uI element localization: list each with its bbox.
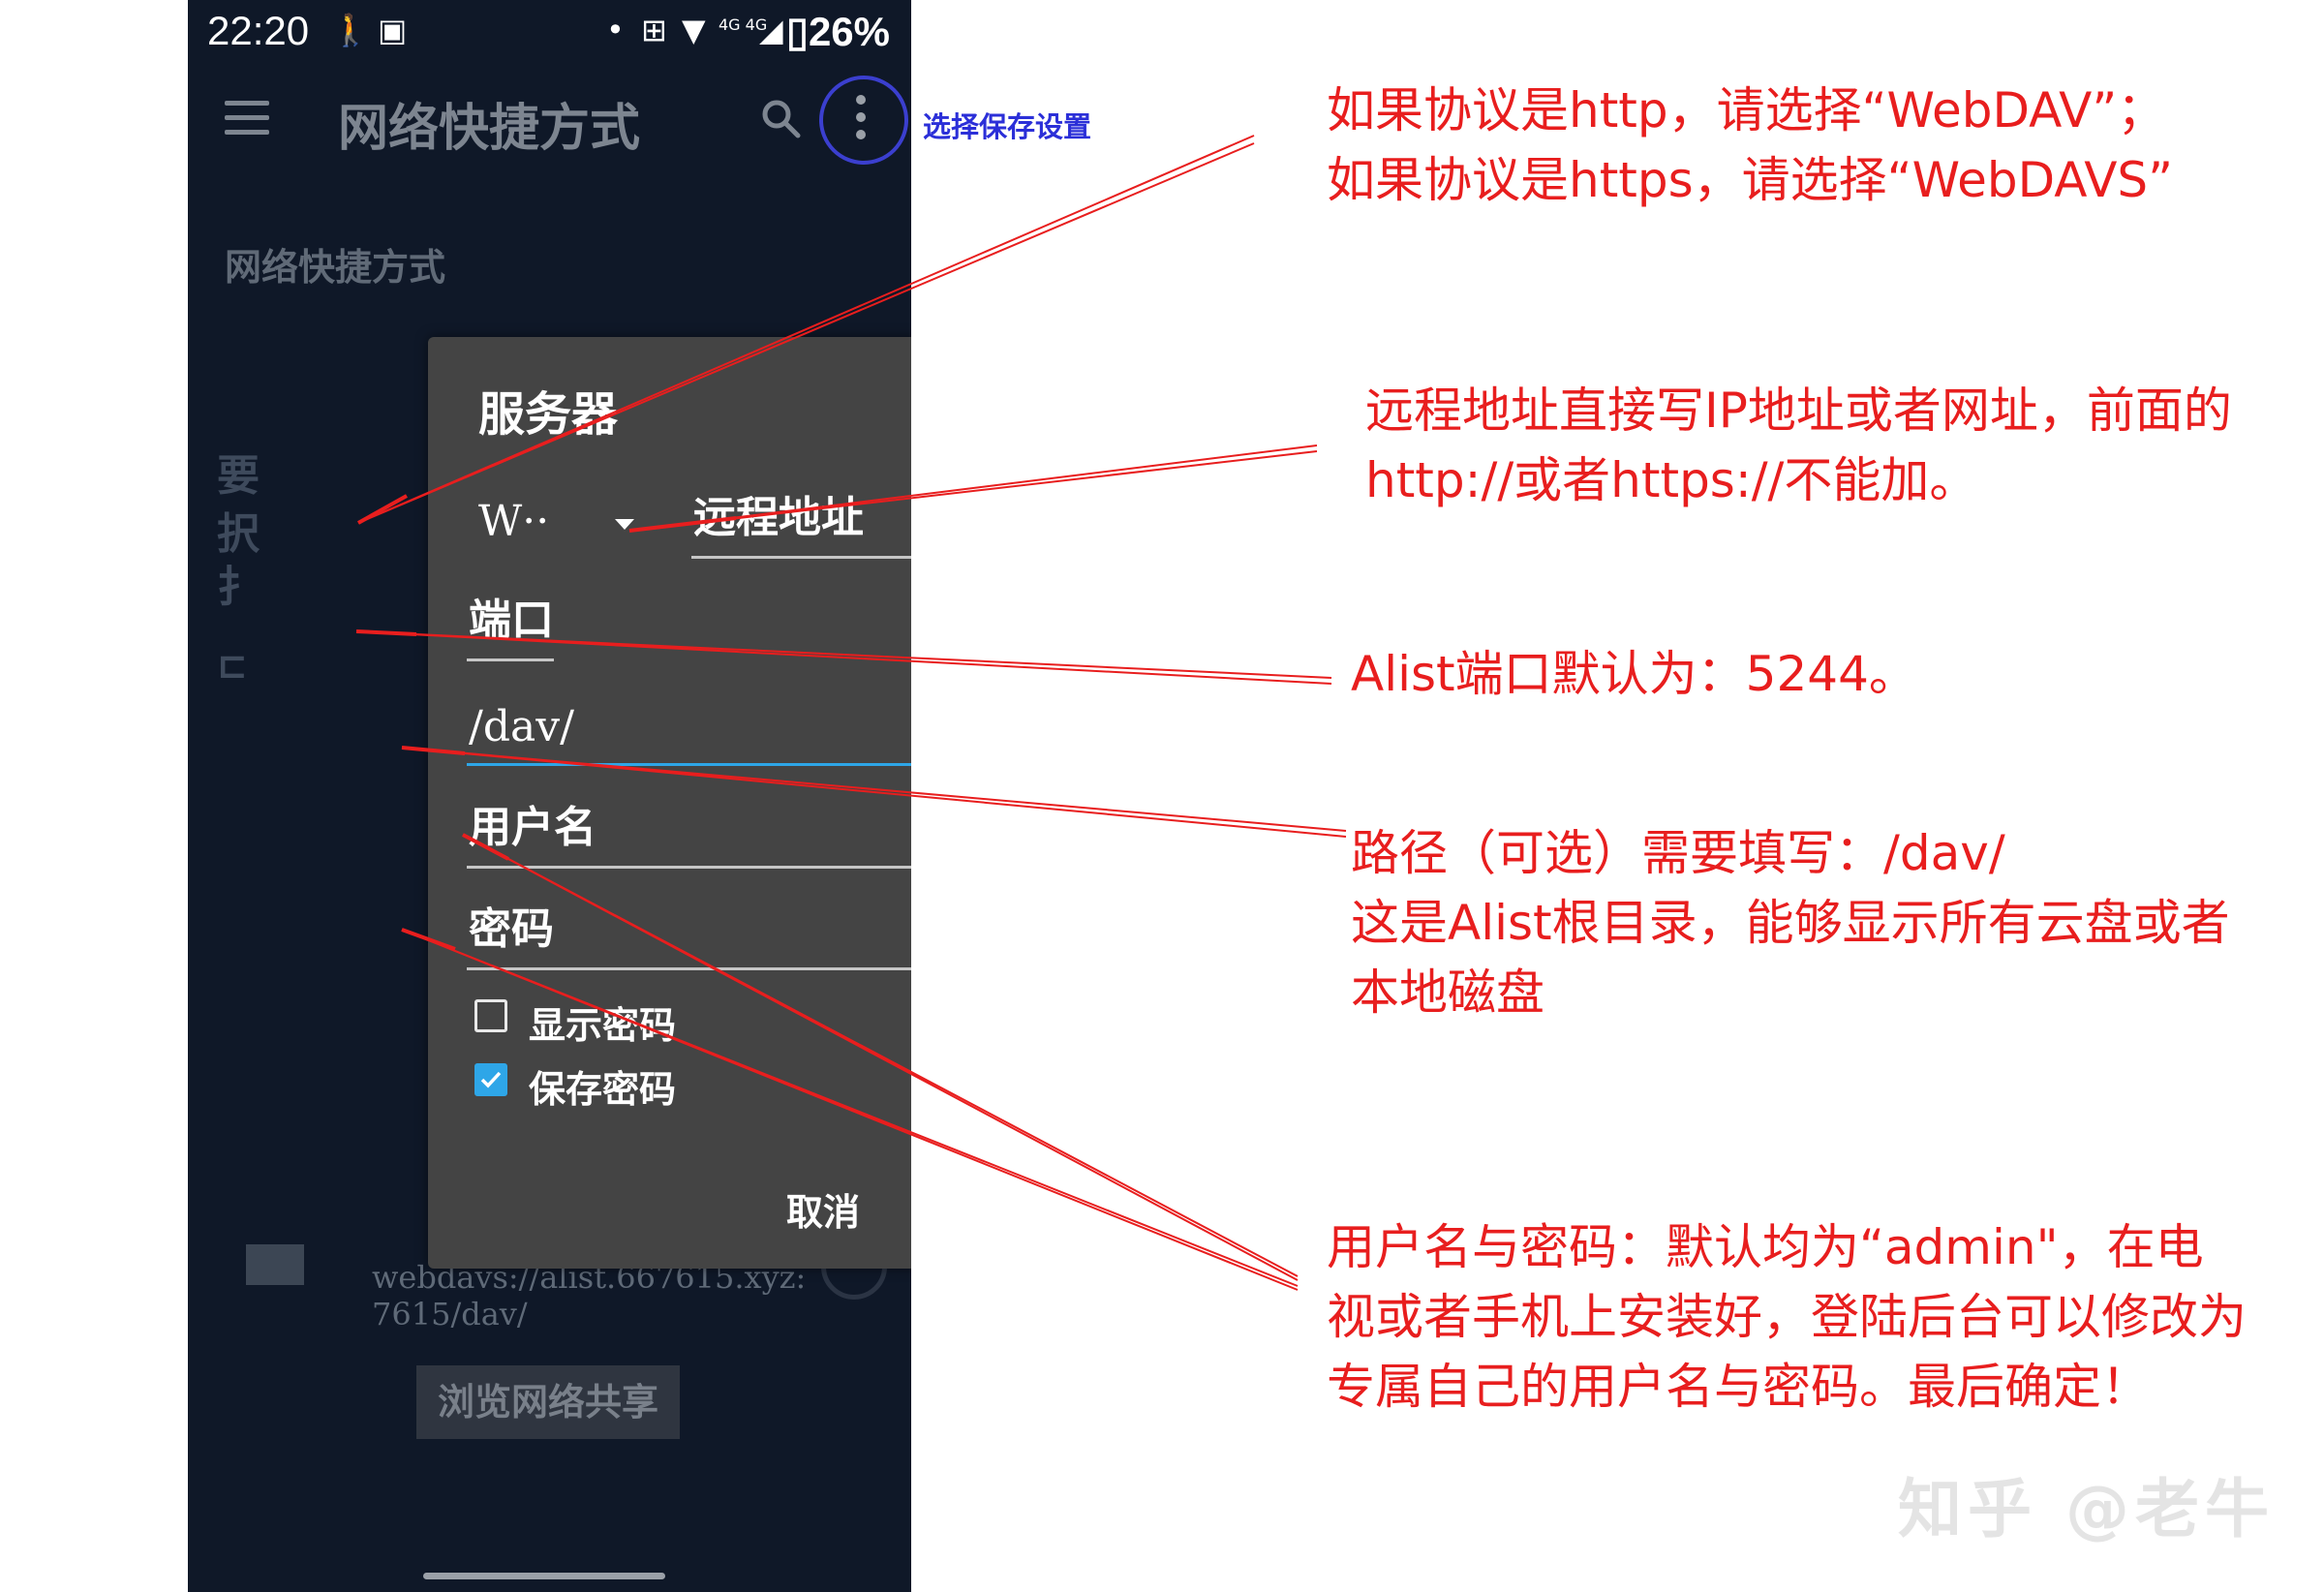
- save-password-label: 保存密码: [529, 1068, 677, 1111]
- note-line: 路径（可选）需要填写：/dav/: [1351, 825, 2005, 881]
- note-line: 视或者手机上安装好，登陆后台可以修改为: [1327, 1289, 2247, 1345]
- search-icon[interactable]: [759, 97, 802, 139]
- bg-text-fragment: ⊏: [217, 644, 248, 687]
- server-dialog: 服务器 W·· 远程地址 端口 /dav/ 用户名 密码 显示密码 保存密码 取…: [428, 337, 911, 1269]
- save-password-checkbox[interactable]: [474, 1063, 507, 1096]
- browse-network-share-button[interactable]: 浏览网络共享: [416, 1365, 680, 1439]
- show-password-checkbox[interactable]: [474, 999, 507, 1032]
- note-line: 专属自己的用户名与密码。最后确定！: [1327, 1359, 2150, 1415]
- bg-text-fragment: 要: [217, 451, 260, 501]
- address-note: 远程地址直接写IP地址或者网址，前面的 http://或者https://不能加…: [1365, 376, 2232, 515]
- credentials-note: 用户名与密码：默认均为“admin"，在电 视或者手机上安装好，登陆后台可以修改…: [1327, 1212, 2247, 1422]
- status-bar: 22:20 🚶 ▣ • ⊞ ▼ 4G 4G ◢ ▯26%: [188, 0, 911, 66]
- username-field[interactable]: 用户名: [467, 802, 911, 869]
- gesture-bar: [423, 1573, 665, 1579]
- dialog-title: 服务器: [478, 387, 619, 442]
- password-field[interactable]: 密码: [467, 903, 911, 970]
- note-line: 用户名与密码：默认均为“admin"，在电: [1327, 1219, 2204, 1275]
- film-icon: ▣: [378, 12, 408, 48]
- dropdown-arrow-icon[interactable]: [615, 519, 634, 530]
- phone-screen: 22:20 🚶 ▣ • ⊞ ▼ 4G 4G ◢ ▯26% 网络快捷方式 网络快捷…: [188, 0, 911, 1592]
- note-line: 如果协议是https，请选择“WebDAVS”: [1327, 152, 2174, 208]
- highlight-circle: [819, 76, 908, 165]
- bg-text-fragment: 扌: [217, 563, 260, 612]
- status-time: 22:20: [207, 8, 310, 53]
- password-placeholder: 密码: [469, 904, 554, 954]
- path-note: 路径（可选）需要填写：/dav/ 这是Alist根目录，能够显示所有云盘或者 本…: [1351, 818, 2230, 1027]
- menu-icon[interactable]: [225, 101, 269, 136]
- note-line: 远程地址直接写IP地址或者网址，前面的: [1365, 383, 2232, 439]
- signal-icon: ◢: [759, 12, 783, 48]
- protocol-select[interactable]: W··: [478, 497, 549, 546]
- port-field[interactable]: 端口: [467, 591, 554, 661]
- bg-url-text: webdavs://alist.667615.xyz: 7615/dav/: [372, 1259, 806, 1332]
- username-placeholder: 用户名: [469, 803, 596, 852]
- section-title: 网络快捷方式: [225, 246, 446, 289]
- wifi-icon: ▼: [682, 12, 706, 48]
- note-line: 本地磁盘: [1351, 964, 1544, 1021]
- app-bar: 网络快捷方式: [188, 66, 911, 170]
- port-note: Alist端口默认为：5244。: [1351, 639, 1917, 709]
- note-line: 如果协议是http，请选择“WebDAV”；: [1327, 82, 2166, 138]
- note-line: Alist端口默认为：5244。: [1351, 646, 1917, 702]
- cancel-button[interactable]: 取消: [786, 1182, 860, 1236]
- address-placeholder: 远程地址: [693, 493, 864, 542]
- show-password-label: 显示密码: [529, 1004, 677, 1047]
- protocol-note: 如果协议是http，请选择“WebDAV”； 如果协议是https，请选择“We…: [1327, 76, 2173, 215]
- note-line: http://或者https://不能加。: [1365, 452, 1978, 508]
- bg-url-line: 7615/dav/: [372, 1296, 528, 1332]
- folder-icon: [246, 1244, 304, 1285]
- port-placeholder: 端口: [469, 596, 554, 645]
- address-field[interactable]: 远程地址: [691, 492, 911, 559]
- battery-level: ▯26%: [785, 9, 890, 54]
- path-field[interactable]: /dav/: [467, 693, 911, 766]
- dot-icon: •: [606, 12, 625, 48]
- path-value: /dav/: [469, 702, 574, 751]
- save-settings-annotation: 选择保存设置: [923, 110, 1092, 143]
- watermark: 知乎 @老牛: [1898, 1472, 2275, 1546]
- nfc-icon: ⊞: [641, 12, 667, 48]
- walking-icon: 🚶: [331, 12, 370, 48]
- app-title: 网络快捷方式: [338, 100, 641, 158]
- note-line: 这是Alist根目录，能够显示所有云盘或者: [1351, 895, 2230, 951]
- checkmark-icon: [480, 1071, 502, 1088]
